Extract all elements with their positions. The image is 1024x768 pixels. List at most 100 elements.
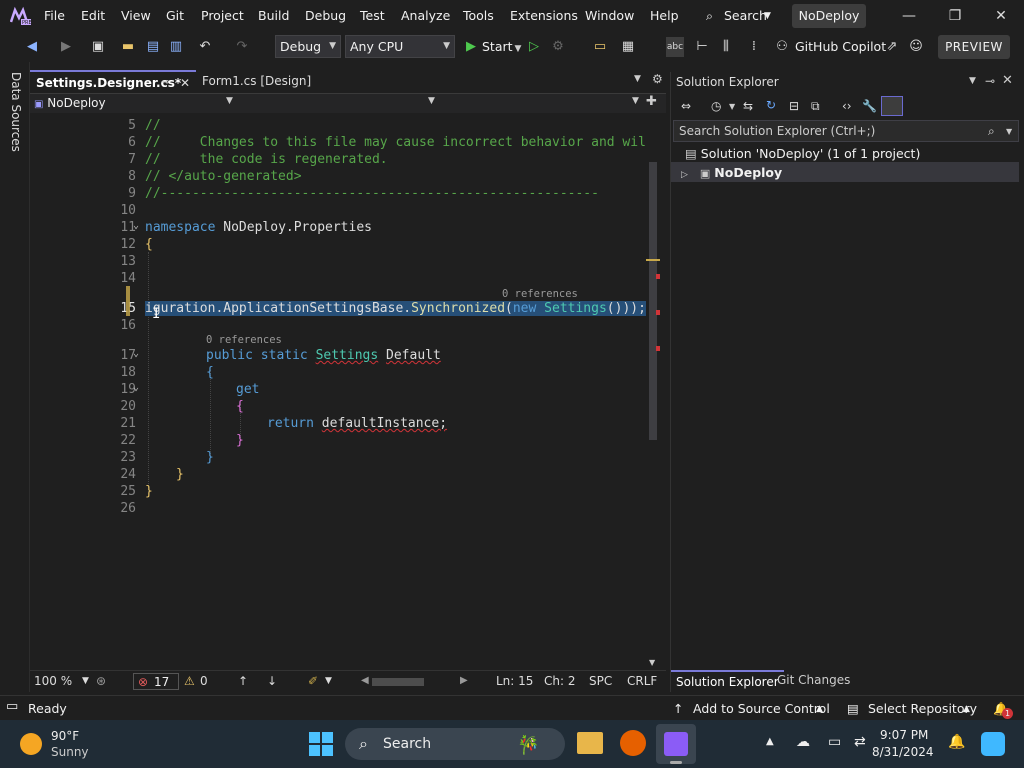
notifications-icon[interactable]: 🔔 [948, 734, 965, 750]
switch-views-icon[interactable]: ⇔ [681, 99, 691, 113]
refresh-icon[interactable]: ↻ [766, 98, 776, 112]
add-to-source-control[interactable]: Add to Source Control [693, 701, 830, 716]
preview-selected-icon[interactable] [881, 96, 903, 116]
attach-icon[interactable]: ⚙ [550, 39, 566, 55]
forward-icon[interactable]: ▶ [58, 39, 74, 55]
start-button[interactable]: Start [482, 39, 513, 54]
visual-studio-taskbar-button[interactable] [656, 724, 696, 764]
vertical-scrollbar[interactable]: ▼ [646, 114, 660, 670]
copilot-taskbar-icon[interactable] [981, 732, 1005, 756]
undo-icon[interactable]: ↶ [197, 39, 213, 55]
cloud-offline-icon[interactable]: ☁ [796, 734, 810, 750]
close-icon[interactable]: ✕ [991, 6, 1011, 26]
pin-icon[interactable]: ⊸ [985, 74, 995, 88]
windows-start-icon[interactable] [309, 732, 333, 756]
extension-icon[interactable]: ⁞ [746, 39, 762, 55]
chevron-down-icon[interactable]: ▼ [1006, 122, 1012, 142]
sun-weather-icon[interactable] [20, 733, 42, 755]
solution-search-input[interactable]: Search Solution Explorer (Ctrl+;) ⌕ ▼ [673, 120, 1019, 142]
vs-logo-icon[interactable]: PRE [9, 6, 32, 26]
chevron-down-icon[interactable]: ▼ [764, 11, 771, 21]
share-icon[interactable]: ⇗ [884, 39, 900, 55]
chevron-down-icon[interactable]: ▼ [82, 676, 89, 686]
zoom-level[interactable]: 100 % [34, 674, 72, 688]
chevron-up-icon[interactable]: ▲ [963, 704, 970, 714]
split-icon[interactable]: ✚ [646, 94, 657, 109]
scroll-right-icon[interactable]: ▶ [460, 675, 468, 686]
menu-analyze[interactable]: Analyze [401, 8, 450, 23]
code-line-15-selected[interactable]: iguration.ApplicationSettingsBase.Synchr… [145, 301, 646, 316]
solution-node[interactable]: ▤ Solution 'NoDeploy' (1 of 1 project) [685, 146, 920, 161]
configuration-dropdown[interactable]: Debug ▼ [275, 35, 341, 58]
close-icon[interactable]: ✕ [1002, 73, 1013, 88]
menu-search[interactable]: Search [724, 8, 767, 23]
health-icon[interactable]: ⊛ [96, 674, 106, 688]
warning-count[interactable]: 0 [200, 674, 208, 688]
history-icon[interactable]: ◷ [711, 99, 721, 113]
code-lens-references[interactable]: 0 references [502, 288, 578, 300]
spellcheck-icon[interactable]: abc [666, 37, 684, 57]
previous-issue-icon[interactable]: ↑ [238, 674, 248, 688]
menu-test[interactable]: Test [360, 8, 385, 23]
restore-icon[interactable]: ❐ [945, 6, 965, 26]
menu-window[interactable]: Window [585, 8, 634, 23]
align-icon[interactable]: ⊢ [694, 39, 710, 55]
type-dropdown[interactable]: ▼ [238, 96, 438, 112]
file-explorer-icon[interactable] [577, 732, 603, 754]
chevron-down-icon[interactable]: ▼ [969, 76, 976, 86]
scrollbar-thumb[interactable] [649, 162, 657, 440]
weather-condition[interactable]: Sunny [51, 745, 89, 759]
code-editor[interactable]: 5 6 7 8 9 10 11 12 13 14 15 16 17 18 19 … [30, 114, 666, 670]
upload-icon[interactable]: ↑ [673, 701, 683, 716]
settings-gear-icon[interactable]: ⚙ [652, 72, 663, 86]
tab-form1-design[interactable]: Form1.cs [Design] [196, 70, 336, 92]
tab-git-changes[interactable]: Git Changes [772, 670, 855, 692]
close-tab-icon[interactable]: ✕ [180, 72, 190, 94]
weather-temp[interactable]: 90°F [51, 729, 79, 743]
column-indicator[interactable]: Ch: 2 [544, 674, 575, 688]
display-icon[interactable]: ▭ [828, 734, 841, 750]
open-folder-icon[interactable]: ▬ [120, 39, 136, 55]
layout-icon[interactable]: ▦ [620, 39, 636, 55]
select-repository[interactable]: Select Repository [868, 701, 977, 716]
search-icon[interactable]: ⌕ [706, 8, 713, 24]
code-cleanup-icon[interactable]: ✐ [308, 674, 318, 688]
tab-overflow-icon[interactable]: ▼ [634, 74, 641, 84]
chevron-down-icon[interactable]: ▼ [729, 102, 735, 111]
chevron-down-icon[interactable]: ▼ [510, 41, 526, 57]
solution-name-badge[interactable]: NoDeploy [792, 4, 866, 28]
save-icon[interactable]: ▤ [145, 39, 161, 55]
view-code-icon[interactable]: ‹› [842, 99, 852, 113]
line-ending[interactable]: CRLF [627, 674, 657, 688]
warning-icon[interactable]: ⚠ [184, 674, 195, 688]
fold-chevron-icon[interactable]: ⌄ [133, 220, 139, 231]
tab-solution-explorer[interactable]: Solution Explorer [671, 670, 784, 692]
scroll-down-icon[interactable]: ▼ [649, 658, 655, 667]
menu-debug[interactable]: Debug [305, 8, 346, 23]
new-project-icon[interactable]: ▣ [90, 39, 106, 55]
start-icon[interactable]: ▶ [463, 39, 479, 55]
chevron-down-icon[interactable]: ▼ [325, 676, 332, 686]
copilot-button[interactable]: GitHub Copilot [795, 39, 886, 54]
menu-build[interactable]: Build [258, 8, 289, 23]
chevron-up-icon[interactable]: ▲ [816, 704, 823, 714]
fold-chevron-icon[interactable]: ⌄ [133, 348, 139, 359]
show-all-files-icon[interactable]: ⧉ [811, 99, 820, 114]
clock-date[interactable]: 8/31/2024 [872, 745, 934, 759]
menu-project[interactable]: Project [201, 8, 244, 23]
menu-extensions[interactable]: Extensions [510, 8, 578, 23]
pin-icon[interactable]: ⊸ [161, 72, 169, 94]
menu-tools[interactable]: Tools [463, 8, 494, 23]
start-without-debugging-icon[interactable]: ▷ [526, 39, 542, 55]
code-lens-references[interactable]: 0 references [206, 334, 282, 346]
line-indicator[interactable]: Ln: 15 [496, 674, 533, 688]
project-dropdown[interactable]: ▣ NoDeploy ▼ [34, 96, 234, 112]
menu-file[interactable]: File [44, 8, 65, 23]
project-node[interactable]: ▷ ▣ NoDeploy [681, 165, 782, 180]
redo-icon[interactable]: ↷ [234, 39, 250, 55]
firefox-icon[interactable] [620, 730, 646, 756]
repository-icon[interactable]: ▤ [847, 701, 859, 716]
data-sources-tab[interactable]: Data Sources [9, 72, 23, 152]
taskbar-search[interactable]: ⌕ Search 🎋 [345, 728, 565, 760]
collapse-all-icon[interactable]: ⊟ [789, 99, 799, 113]
